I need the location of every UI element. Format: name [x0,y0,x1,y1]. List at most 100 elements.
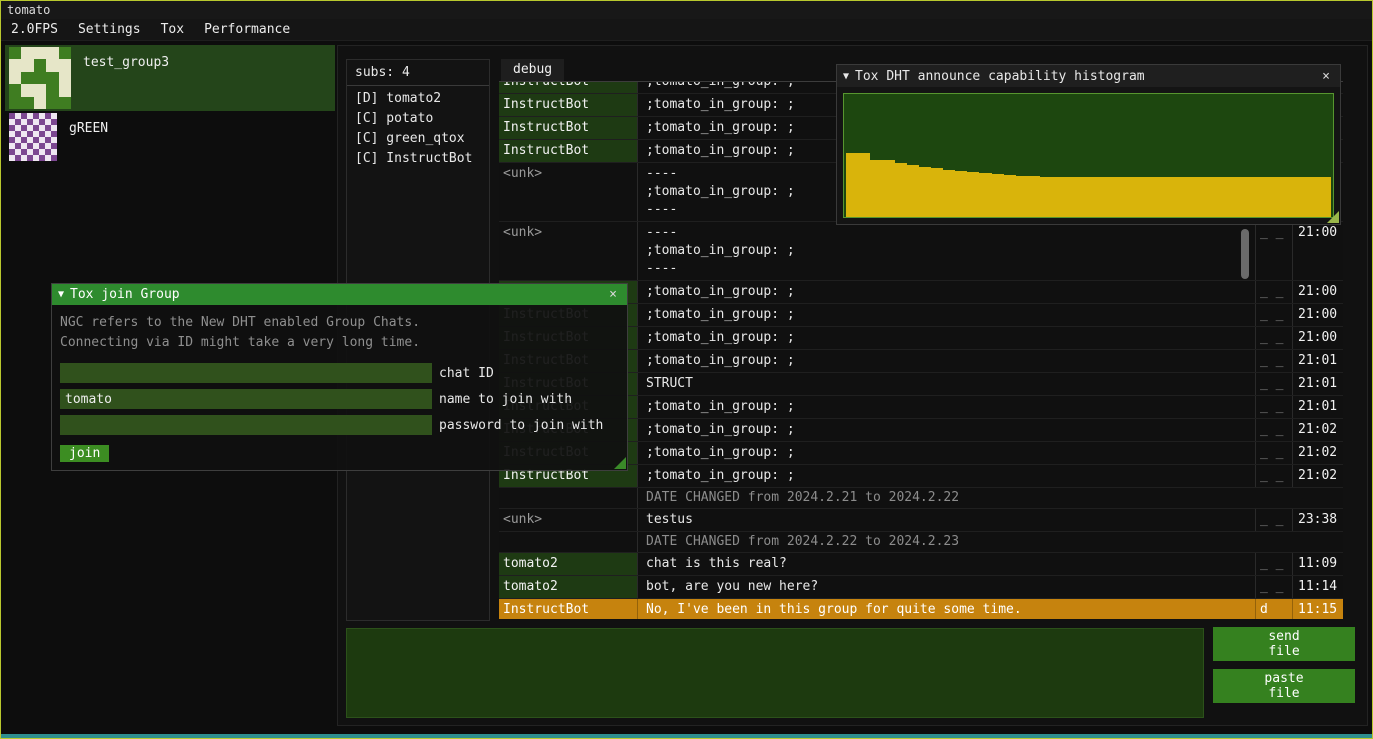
message-sender: InstructBot [499,82,638,93]
empty-name-cell [499,532,638,552]
histogram-bar [1173,177,1185,217]
menu-item-tox[interactable]: Tox [151,19,194,40]
menu-item-performance[interactable]: Performance [194,19,300,40]
message-text: testus [638,509,1256,531]
message-timestamp: 21:01 [1293,350,1343,372]
join-field-label: chat ID [439,366,494,381]
histogram-bar [1295,177,1307,217]
app-window: tomato 2.0FPSSettingsToxPerformance test… [0,0,1373,739]
histogram-bar [1076,177,1088,217]
group-avatar [9,47,71,109]
join-group-window: ▼ Tox join Group × NGC refers to the New… [51,283,628,471]
subs-list-item[interactable]: [D] tomato2 [347,89,489,109]
histogram-bar [1246,177,1258,217]
message-delivery-flags: _ _ [1256,465,1293,487]
message-timestamp: 21:00 [1293,222,1343,280]
message-delivery-flags: _ _ [1256,373,1293,395]
window-edge-accent [1,734,1372,738]
menu-item-2-0fps[interactable]: 2.0FPS [1,19,68,40]
histogram-bar [1125,177,1137,217]
join-input-name-to-join-with[interactable] [60,389,432,409]
histogram-bar [1137,177,1149,217]
message-row[interactable]: <unk>testus_ _23:38 [499,509,1343,532]
histogram-bar [895,163,907,217]
histogram-plot [843,93,1334,218]
message-row[interactable]: <unk>---- ;tomato_in_group: ; ----_ _21:… [499,222,1343,281]
histogram-bar [1089,177,1101,217]
message-timestamp: 21:02 [1293,442,1343,464]
join-button[interactable]: join [60,445,109,462]
paste-file-button[interactable]: paste file [1213,669,1355,703]
message-delivery-flags: _ _ [1256,304,1293,326]
messages-scrollbar[interactable] [1241,229,1249,279]
window-title: tomato [7,3,50,17]
message-sender: tomato2 [499,576,638,598]
histogram-bar [1052,177,1064,217]
tab-debug[interactable]: debug [501,59,564,81]
histogram-bar [1222,177,1234,217]
join-input-chat-id[interactable] [60,363,432,383]
group-name: gREEN [69,121,108,136]
menu-item-settings[interactable]: Settings [68,19,151,40]
message-text: ;tomato_in_group: ; [638,281,1256,303]
subs-list-item[interactable]: [C] InstructBot [347,149,489,169]
message-text: No, I've been in this group for quite so… [638,599,1256,619]
histogram-bar [1004,175,1016,217]
close-icon[interactable]: × [1318,69,1334,84]
join-input-password-to-join-with[interactable] [60,415,432,435]
histogram-bar [1113,177,1125,217]
message-text: ;tomato_in_group: ; [638,350,1256,372]
message-row[interactable]: tomato2bot, are you new here?_ _11:14 [499,576,1343,599]
histogram-bar [882,160,894,217]
message-row[interactable]: tomato2chat is this real?_ _11:09 [499,553,1343,576]
group-name: test_group3 [83,55,169,70]
histogram-titlebar[interactable]: ▼ Tox DHT announce capability histogram … [837,65,1340,87]
histogram-bar [1149,177,1161,217]
resize-grip[interactable] [1327,211,1339,223]
histogram-bar [1016,176,1028,217]
join-field-row: password to join with [60,415,619,435]
histogram-bar [1210,177,1222,217]
join-group-titlebar[interactable]: ▼ Tox join Group × [52,284,627,305]
histogram-bar [1040,177,1052,217]
message-timestamp: 21:00 [1293,327,1343,349]
collapse-icon[interactable]: ▼ [843,71,849,82]
group-list: test_group3 gREEN [5,45,335,177]
collapse-icon[interactable]: ▼ [58,289,64,300]
histogram-bar [1101,177,1113,217]
subs-list-item[interactable]: [C] potato [347,109,489,129]
message-timestamp: 21:00 [1293,281,1343,303]
histogram-bar [1283,177,1295,217]
message-text: ;tomato_in_group: ; [638,304,1256,326]
group-item-test_group3[interactable]: test_group3 [5,45,335,111]
message-sender: <unk> [499,222,638,280]
message-text: STRUCT [638,373,1256,395]
message-delivery-flags: _ _ [1256,327,1293,349]
message-text: ;tomato_in_group: ; [638,396,1256,418]
histogram-bar [907,165,919,217]
message-row[interactable]: InstructBotNo, I've been in this group f… [499,599,1343,619]
message-timestamp: 21:02 [1293,465,1343,487]
join-info-line: Connecting via ID might take a very long… [60,333,619,353]
system-message-text: DATE CHANGED from 2024.2.22 to 2024.2.23 [638,532,1343,552]
resize-grip[interactable] [614,457,626,469]
window-titlebar[interactable]: tomato [1,1,1372,19]
message-timestamp: 21:00 [1293,304,1343,326]
group-avatar [9,113,57,161]
join-field-row: chat ID [60,363,619,383]
histogram-bar [955,171,967,217]
join-fields: chat IDname to join withpassword to join… [60,363,619,435]
send-file-button[interactable]: send file [1213,627,1355,661]
histogram-window: ▼ Tox DHT announce capability histogram … [836,64,1341,225]
subs-list-item[interactable]: [C] green_qtox [347,129,489,149]
join-group-title: Tox join Group [70,287,605,302]
group-item-gREEN[interactable]: gREEN [5,111,335,177]
close-icon[interactable]: × [605,287,621,302]
message-text: ;tomato_in_group: ; [638,419,1256,441]
message-input[interactable] [346,628,1204,718]
histogram-bar [1198,177,1210,217]
histogram-bar [1028,176,1040,217]
histogram-bar [943,170,955,217]
message-delivery-flags: _ _ [1256,576,1293,598]
message-sender: InstructBot [499,117,638,139]
